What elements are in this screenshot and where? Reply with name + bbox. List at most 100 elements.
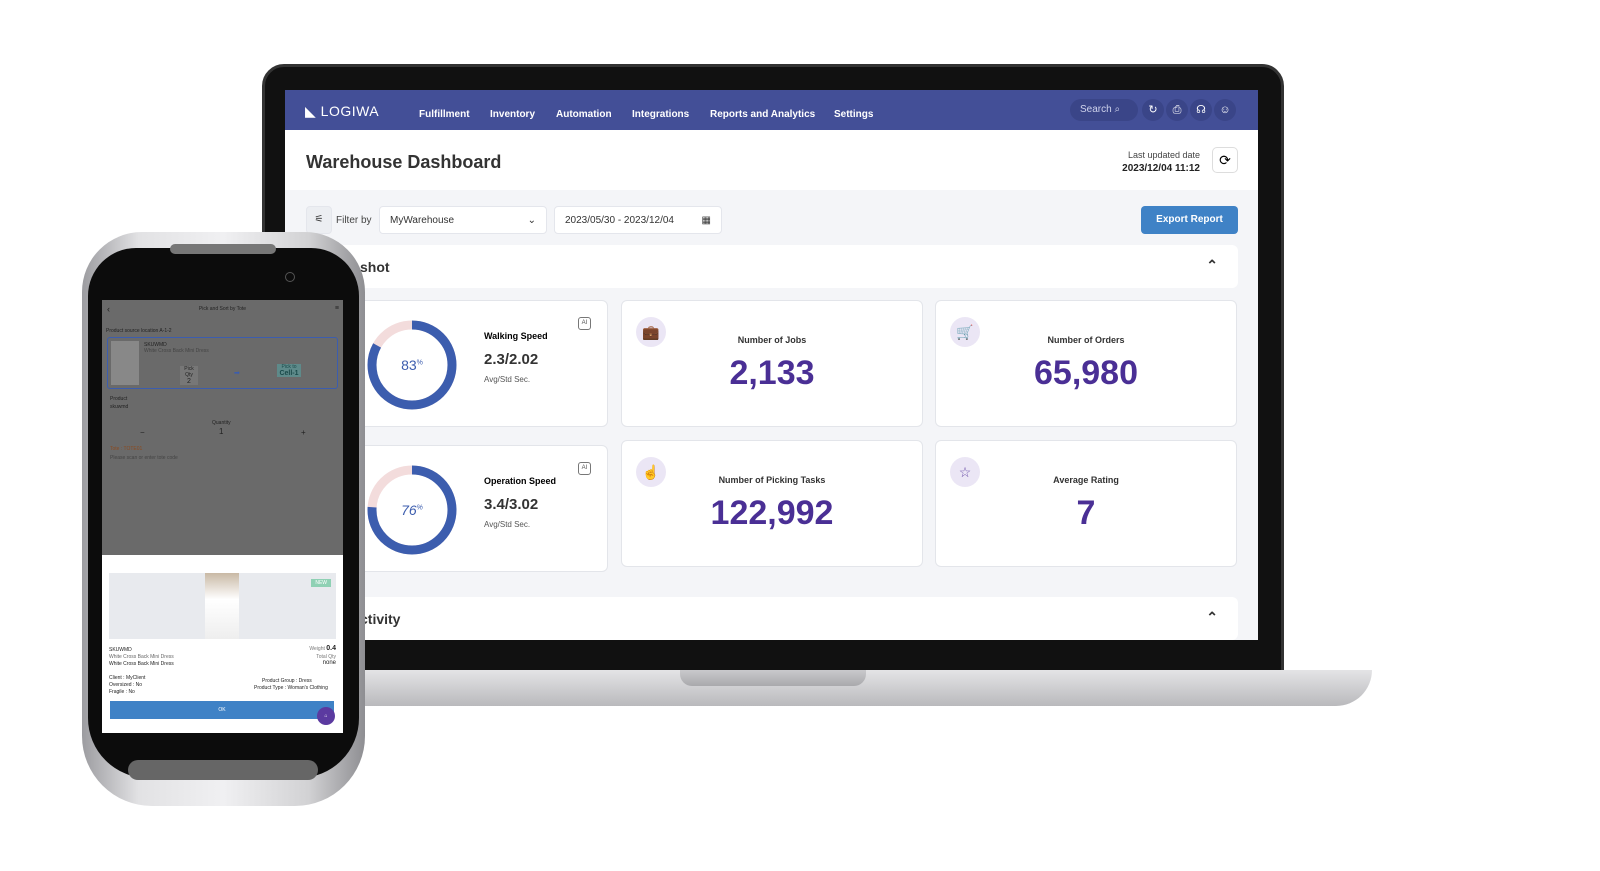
search-input[interactable]: Search ⌕	[1070, 99, 1138, 121]
source-location: Product source location A-1-2	[106, 328, 172, 334]
headset-icon[interactable]: ☊	[1190, 99, 1212, 121]
warehouse-select[interactable]: MyWarehouse ⌄	[379, 206, 547, 234]
ai-badge: AI	[578, 317, 591, 330]
pick-qty: 2	[187, 378, 191, 385]
rating-card: ☆ Average Rating 7	[935, 440, 1237, 567]
top-nav: ◣ LOGIWA Fulfillment Inventory Automatio…	[285, 90, 1258, 130]
page-title: Warehouse Dashboard	[306, 152, 502, 172]
product-group: Product Group : Dress	[262, 678, 312, 684]
walking-speed-label: Walking Speed	[484, 331, 548, 341]
nav-fulfillment[interactable]: Fulfillment	[419, 109, 470, 120]
date-range-value: 2023/05/30 - 2023/12/04	[565, 215, 674, 226]
warehouse-value: MyWarehouse	[390, 215, 455, 226]
fragile: Fragile : No	[109, 689, 135, 695]
walking-speed-percent: 83	[401, 357, 417, 373]
nav-inventory[interactable]: Inventory	[490, 109, 535, 120]
logo-icon: ◣	[305, 103, 321, 119]
pick-screen-dimmed: Pick and Sort by Tote ‹ ≡ Product source…	[102, 300, 343, 555]
export-report-button[interactable]: Export Report	[1141, 206, 1238, 234]
sync-icon[interactable]: ↻	[1142, 99, 1164, 121]
nav-automation[interactable]: Automation	[556, 109, 612, 120]
print-icon[interactable]: ⎙	[1166, 99, 1188, 121]
card-value: 65,980	[1034, 354, 1138, 392]
sheet-desc2: White Cross Back Mini Dress	[109, 661, 174, 667]
oversized: Oversized : No	[109, 682, 143, 688]
walking-speed-unit: Avg/Std Sec.	[484, 375, 531, 384]
chevron-up-icon[interactable]: ⌃	[1206, 609, 1218, 626]
home-fab-icon[interactable]: ⌂	[317, 707, 335, 725]
picking-tasks-card: ☝ Number of Picking Tasks 122,992	[621, 440, 923, 567]
pick-qty-label: Pick Qty	[184, 366, 194, 378]
calendar-icon: ▦	[701, 215, 711, 226]
updated-label: Last updated date	[1127, 150, 1200, 160]
menu-icon[interactable]: ≡	[335, 305, 339, 312]
operation-speed-value: 3.4/3.02	[484, 496, 539, 513]
laptop-notch	[680, 670, 866, 686]
arrow-right-icon: ➡	[234, 370, 240, 377]
product-label: Product	[110, 396, 128, 402]
filter-icon[interactable]: ⚟	[306, 206, 332, 234]
pick-desc: White Cross Back Mini Dress	[144, 348, 209, 354]
quantity-label: Quantity	[212, 420, 231, 426]
nav-integrations[interactable]: Integrations	[632, 109, 689, 120]
operation-speed-card: 76% Operation Speed 3.4/3.02 Avg/Std Sec…	[325, 445, 608, 572]
search-icon: ⌕	[1114, 104, 1121, 115]
last-updated: Last updated date 2023/12/04 11:12	[1122, 150, 1200, 174]
card-label: Number of Picking Tasks	[718, 475, 826, 485]
dashboard-screen: ◣ LOGIWA Fulfillment Inventory Automatio…	[285, 90, 1258, 640]
product-image-area: NEW	[109, 573, 336, 639]
chevron-down-icon: ⌄	[527, 215, 536, 226]
jobs-card: 💼 Number of Jobs 2,133	[621, 300, 923, 427]
refresh-button[interactable]: ⟳	[1212, 147, 1238, 173]
pick-title: Pick and Sort by Tote	[198, 306, 247, 312]
walking-speed-card: 83% Walking Speed 2.3/2.02 Avg/Std Sec. …	[325, 300, 608, 427]
product-type: Product Type : Woman's Clothing	[254, 685, 328, 691]
product-image	[111, 341, 139, 385]
weight-label: Weight	[309, 646, 325, 652]
pick-item-card: SKUWMD White Cross Back Mini Dress Pick …	[107, 337, 338, 389]
speaker-grille	[170, 244, 276, 254]
card-value: 122,992	[710, 494, 834, 532]
tote-input[interactable]: Please scan or enter tote code	[110, 455, 178, 461]
device-screen: Pick and Sort by Tote ‹ ≡ Product source…	[102, 300, 343, 733]
user-icon[interactable]: ☺	[1214, 99, 1236, 121]
chevron-up-icon[interactable]: ⌃	[1206, 257, 1218, 274]
card-value: 2,133	[729, 354, 815, 392]
weight-value: 0.4	[326, 645, 336, 652]
operation-speed-label: Operation Speed	[484, 476, 557, 486]
camera	[285, 272, 295, 282]
logo[interactable]: ◣ LOGIWA	[305, 103, 379, 120]
card-label: Number of Jobs	[737, 335, 807, 345]
product-detail-sheet: NEW SKUWMD White Cross Back Mini Dress W…	[102, 555, 343, 733]
quantity-value[interactable]: 1	[219, 427, 223, 436]
product-photo	[205, 573, 239, 639]
orders-card: 🛒 Number of Orders 65,980	[935, 300, 1237, 427]
card-label: Number of Orders	[1047, 335, 1125, 345]
ok-button[interactable]: OK	[110, 701, 334, 719]
card-value: 7	[1076, 494, 1096, 532]
filter-label: Filter by	[336, 215, 372, 226]
date-range-picker[interactable]: 2023/05/30 - 2023/12/04 ▦	[554, 206, 722, 234]
pick-to: Cell-1	[279, 370, 299, 377]
sheet-sku: SKUWMD	[109, 647, 132, 653]
snapshot-title: shot	[360, 259, 390, 275]
search-placeholder: Search	[1080, 104, 1112, 115]
nav-reports[interactable]: Reports and Analytics	[710, 109, 815, 120]
new-badge: NEW	[311, 579, 331, 587]
operation-speed-unit: Avg/Std Sec.	[484, 520, 531, 529]
activity-section-header[interactable]: ctivity ⌃	[285, 597, 1238, 640]
product-input[interactable]: skuwmd	[110, 404, 128, 410]
brand-name: LOGIWA	[320, 103, 380, 119]
decrement-button[interactable]: −	[140, 428, 145, 437]
nav-settings[interactable]: Settings	[834, 109, 873, 120]
snapshot-section-header[interactable]: shot ⌃	[285, 245, 1238, 288]
tote-label: Tote : TOTE01	[110, 446, 143, 452]
increment-button[interactable]: +	[301, 428, 306, 437]
walking-speed-value: 2.3/2.02	[484, 351, 539, 368]
card-label: Average Rating	[1053, 475, 1119, 485]
back-icon[interactable]: ‹	[107, 304, 110, 314]
activity-title: ctivity	[360, 611, 401, 627]
page-header: Warehouse Dashboard Last updated date 202…	[285, 130, 1258, 190]
sheet-desc: White Cross Back Mini Dress	[109, 654, 174, 660]
operation-speed-percent: 76	[401, 502, 417, 518]
